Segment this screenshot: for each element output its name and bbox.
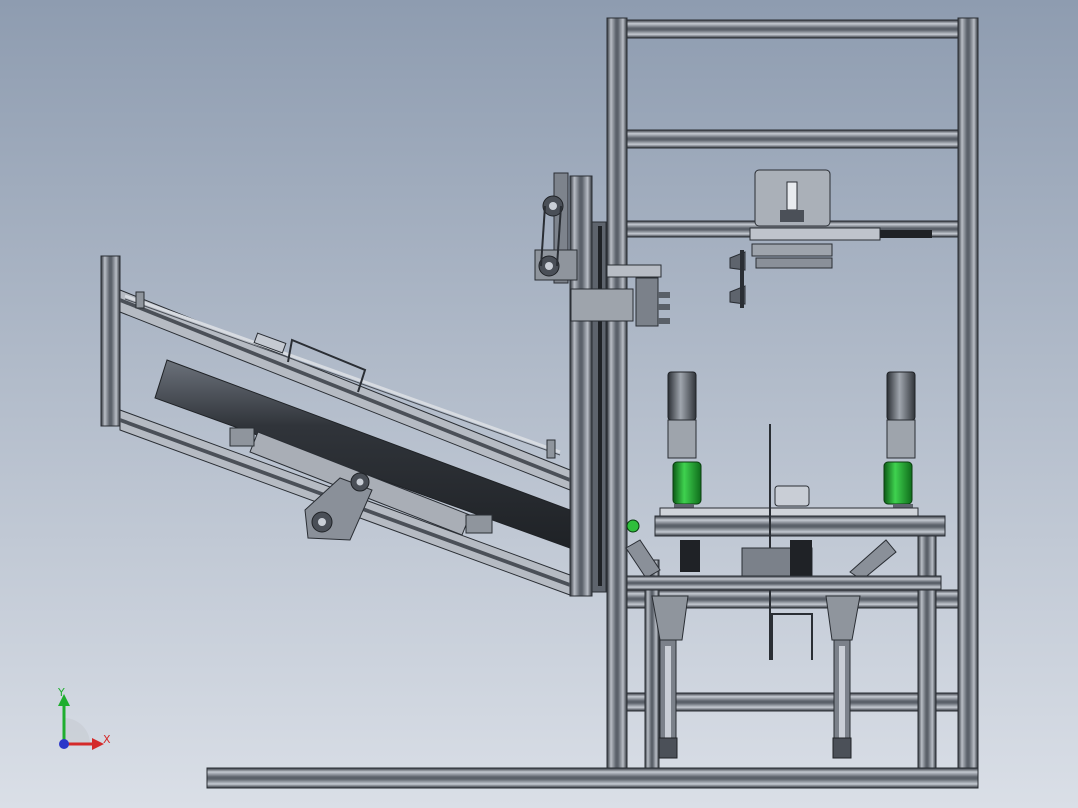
axis-y-label: Y [58, 686, 65, 699]
axis-x-label: X [103, 733, 111, 746]
viewport-background [0, 0, 1078, 808]
machine-drawing [0, 0, 1078, 808]
cad-viewport[interactable]: Y X [0, 0, 1078, 808]
axis-z-dot [59, 739, 69, 749]
